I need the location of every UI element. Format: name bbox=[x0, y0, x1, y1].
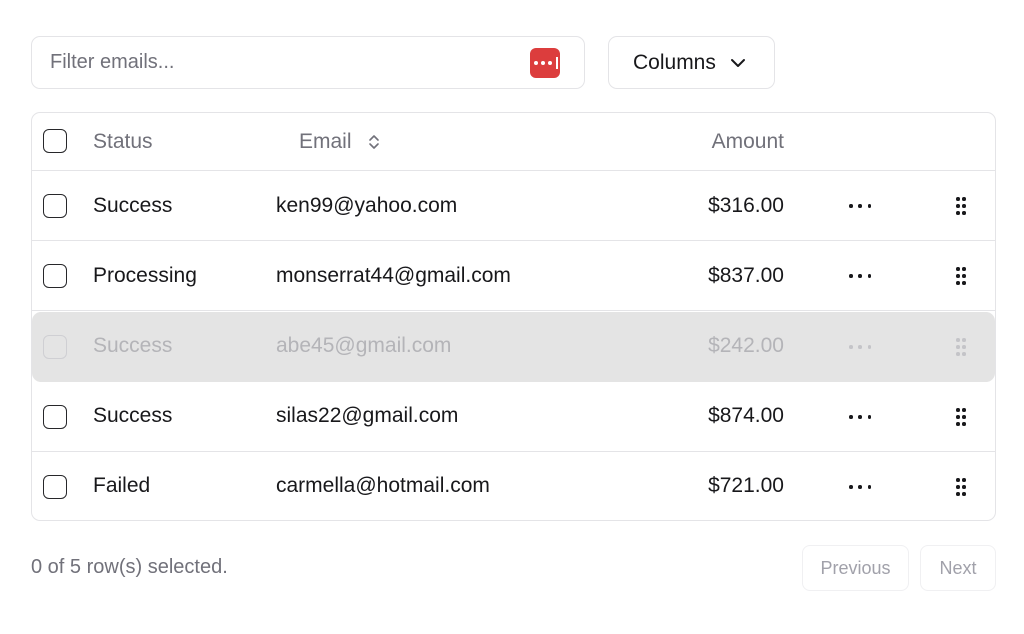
drag-handle-icon[interactable] bbox=[956, 197, 966, 215]
table-row-dragging[interactable]: Success abe45@gmail.com $242.00 bbox=[32, 312, 995, 382]
next-page-button[interactable]: Next bbox=[920, 545, 996, 591]
columns-button-label: Columns bbox=[633, 50, 716, 74]
table-row[interactable]: Failed carmella@hotmail.com $721.00 bbox=[32, 452, 995, 520]
drag-handle-icon[interactable] bbox=[956, 338, 966, 356]
row-status: Success bbox=[93, 194, 173, 217]
row-actions-icon[interactable] bbox=[849, 345, 871, 349]
header-email: Email bbox=[299, 130, 352, 153]
row-email: carmella@hotmail.com bbox=[276, 474, 490, 497]
drag-handle-icon[interactable] bbox=[956, 478, 966, 496]
row-status: Failed bbox=[93, 474, 151, 497]
table-row[interactable]: Success ken99@yahoo.com $316.00 bbox=[32, 171, 995, 241]
previous-page-button[interactable]: Previous bbox=[802, 545, 909, 591]
row-checkbox[interactable] bbox=[43, 475, 67, 499]
row-amount: $316.00 bbox=[708, 194, 784, 217]
row-email: silas22@gmail.com bbox=[276, 404, 459, 427]
row-actions-icon[interactable] bbox=[849, 204, 871, 208]
selection-count-text: 0 of 5 row(s) selected. bbox=[31, 556, 228, 578]
email-sort-button[interactable]: Email bbox=[299, 130, 380, 154]
row-checkbox[interactable] bbox=[43, 335, 67, 359]
table-row[interactable]: Processing monserrat44@gmail.com $837.00 bbox=[32, 241, 995, 311]
row-amount: $721.00 bbox=[708, 474, 784, 497]
row-status: Processing bbox=[93, 264, 197, 287]
row-checkbox[interactable] bbox=[43, 194, 67, 218]
payments-table: Status Email Amount Success ken99@yahoo.… bbox=[31, 112, 996, 521]
row-checkbox[interactable] bbox=[43, 264, 67, 288]
row-email: abe45@gmail.com bbox=[276, 334, 452, 357]
row-actions-icon[interactable] bbox=[849, 274, 871, 278]
password-manager-icon[interactable] bbox=[530, 48, 560, 78]
row-checkbox[interactable] bbox=[43, 405, 67, 429]
row-amount: $837.00 bbox=[708, 264, 784, 287]
select-all-checkbox[interactable] bbox=[43, 129, 67, 153]
row-amount: $874.00 bbox=[708, 404, 784, 427]
row-email: ken99@yahoo.com bbox=[276, 194, 458, 217]
drag-handle-icon[interactable] bbox=[956, 267, 966, 285]
row-actions-icon[interactable] bbox=[849, 485, 871, 489]
table-header-row: Status Email Amount bbox=[32, 113, 995, 171]
toolbar: Columns bbox=[31, 36, 775, 89]
drag-handle-icon[interactable] bbox=[956, 408, 966, 426]
header-status: Status bbox=[93, 130, 153, 153]
row-email: monserrat44@gmail.com bbox=[276, 264, 511, 287]
row-amount: $242.00 bbox=[708, 334, 784, 357]
row-status: Success bbox=[93, 334, 173, 357]
filter-field[interactable] bbox=[31, 36, 585, 89]
row-actions-icon[interactable] bbox=[849, 415, 871, 419]
chevron-down-icon bbox=[730, 58, 745, 67]
filter-emails-input[interactable] bbox=[32, 37, 502, 88]
header-amount: Amount bbox=[711, 130, 784, 153]
columns-button[interactable]: Columns bbox=[608, 36, 775, 89]
row-status: Success bbox=[93, 404, 173, 427]
sort-icon bbox=[368, 135, 379, 149]
table-row[interactable]: Success silas22@gmail.com $874.00 bbox=[32, 382, 995, 452]
